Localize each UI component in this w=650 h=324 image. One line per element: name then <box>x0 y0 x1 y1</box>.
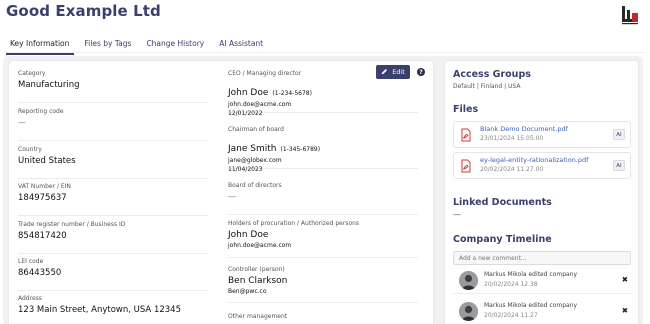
reporting-code-value: — <box>18 118 26 127</box>
timeline-item: Markus Mikola edited company 20/02/2024 … <box>453 270 631 294</box>
chairman-name: Jane Smith <box>228 144 277 154</box>
board-label: Board of directors <box>228 182 282 189</box>
procuration-name: John Doe <box>228 230 269 240</box>
chairman-date: 11/04/2023 <box>228 166 263 173</box>
avatar <box>459 271 478 290</box>
address-value: 123 Main Street, Anytown, USA 12345 <box>18 305 181 315</box>
timeline-text: Markus Mikola edited company <box>484 271 578 278</box>
field-vat: VAT Number / EIN 184975637 <box>18 183 208 216</box>
trade-register-label: Trade register number / Business ID <box>18 221 126 228</box>
field-other-management: Other management <box>228 313 418 324</box>
chairman-label: Chairman of board <box>228 126 284 133</box>
field-category: Category Manufacturing <box>18 70 208 103</box>
timeline-date: 20/02/2024 12.38 <box>484 281 538 288</box>
timeline-item: Markus Mikola edited company 20/02/2024 … <box>453 301 631 324</box>
controller-name: Ben Clarkson <box>228 276 288 286</box>
linked-documents-value: — <box>453 210 461 219</box>
close-icon[interactable]: ✖ <box>622 275 628 284</box>
field-country: Country United States <box>18 146 208 179</box>
lei-value: 86443550 <box>18 268 62 278</box>
access-groups-title: Access Groups <box>453 69 531 80</box>
field-address: Address 123 Main Street, Anytown, USA 12… <box>18 295 208 324</box>
procuration-label: Holders of procuration / Authorized pers… <box>228 220 360 227</box>
reporting-code-label: Reporting code <box>18 108 64 115</box>
other-management-label: Other management <box>228 313 288 320</box>
file-item[interactable]: Blank Demo Document.pdf 23/01/2024 15.05… <box>453 121 631 148</box>
field-lei: LEI code 86443550 <box>18 258 208 291</box>
company-logo-icon[interactable] <box>620 4 640 26</box>
controller-email: Ben@pwc.co <box>228 288 267 295</box>
edit-button[interactable]: Edit <box>376 65 410 79</box>
files-title: Files <box>453 104 479 115</box>
ai-button[interactable]: AI <box>613 129 625 140</box>
chairman-email: jane@globex.com <box>228 157 282 164</box>
field-reporting-code: Reporting code — <box>18 108 208 141</box>
file-name-link[interactable]: ey-legal-entity-rationalization.pdf <box>480 156 588 164</box>
country-label: Country <box>18 146 42 153</box>
ai-button[interactable]: AI <box>613 160 625 171</box>
field-trade-register: Trade register number / Business ID 8548… <box>18 221 208 254</box>
file-date: 23/01/2024 15.05.00 <box>480 135 544 142</box>
field-chairman: Chairman of board Jane Smith (1-345-6789)… <box>228 126 418 173</box>
controller-label: Controller (person) <box>228 266 285 273</box>
pdf-file-icon <box>461 158 471 173</box>
timeline-text: Markus Mikola edited company <box>484 302 578 309</box>
board-value: — <box>228 192 236 201</box>
file-item[interactable]: ey-legal-entity-rationalization.pdf 20/0… <box>453 152 631 179</box>
comment-input[interactable] <box>453 251 631 265</box>
address-label: Address <box>18 295 42 302</box>
ceo-name: John Doe <box>228 88 269 98</box>
chairman-phone: (1-345-6789) <box>280 146 321 153</box>
help-icon[interactable]: ? <box>417 68 425 76</box>
company-title: Good Example Ltd <box>6 2 161 20</box>
country-value: United States <box>18 156 76 166</box>
timeline-date: 20/02/2024 11.27 <box>484 312 538 319</box>
avatar <box>459 302 478 321</box>
trade-register-value: 854817420 <box>18 231 67 241</box>
procuration-email: john.doe@acme.com <box>228 242 292 249</box>
company-timeline-title: Company Timeline <box>453 234 552 245</box>
ceo-phone: (1-234-5678) <box>272 90 312 97</box>
ceo-date: 12/01/2022 <box>228 110 263 117</box>
field-board: Board of directors — <box>228 182 418 215</box>
file-name-link[interactable]: Blank Demo Document.pdf <box>480 125 568 133</box>
field-procuration: Holders of procuration / Authorized pers… <box>228 220 418 258</box>
field-controller: Controller (person) Ben Clarkson Ben@pwc… <box>228 266 418 303</box>
top-bar: Good Example Ltd <box>0 0 650 34</box>
pencil-icon <box>381 68 388 77</box>
close-icon[interactable]: ✖ <box>622 306 628 315</box>
vat-label: VAT Number / EIN <box>18 183 71 190</box>
access-groups-value: Default | Finland | USA <box>453 83 521 90</box>
vat-value: 184975637 <box>18 193 67 203</box>
tab-divider <box>6 52 644 53</box>
category-value: Manufacturing <box>18 80 80 90</box>
file-date: 20/02/2024 11.27.00 <box>480 166 544 173</box>
linked-documents-title: Linked Documents <box>453 197 552 208</box>
ceo-email: john.doe@acme.com <box>228 101 292 108</box>
lei-label: LEI code <box>18 258 44 265</box>
edit-button-label: Edit <box>392 68 405 76</box>
pdf-file-icon <box>461 127 471 142</box>
category-label: Category <box>18 70 46 77</box>
